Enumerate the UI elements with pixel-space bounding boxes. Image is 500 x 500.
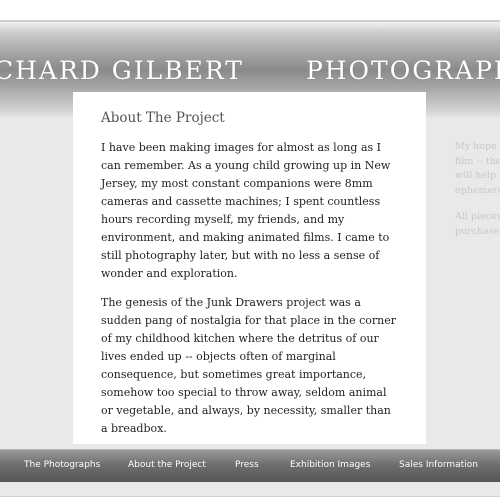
sidebar-block-1: My hope film -- the will help ephemera	[455, 140, 500, 198]
site-title-photography: PHOTOGRAPH	[305, 56, 500, 85]
nav-item-the-photographs[interactable]: The Photographs	[24, 460, 100, 470]
nav-item-exhibition-images[interactable]: Exhibition Images	[290, 460, 370, 470]
footer-strip	[0, 482, 500, 497]
sidebar-line: ephemera	[455, 184, 500, 196]
nav-item-sales-information[interactable]: Sales Information	[399, 460, 478, 470]
site-title: CHARD GILBERT PHOTOGRAPH	[0, 56, 500, 85]
main-nav: The Photographs About the Project Press …	[0, 449, 500, 483]
sidebar-line: will help	[455, 170, 497, 181]
sidebar-line: All pieces	[455, 211, 500, 222]
nav-item-about-the-project[interactable]: About the Project	[128, 460, 206, 470]
sidebar-text: My hope film -- the will help ephemera A…	[455, 140, 500, 251]
sidebar-block-2: All pieces purchase	[455, 210, 500, 239]
paragraph-1: I have been making images for almost as …	[101, 141, 391, 280]
main-content: About The Project I have been making ima…	[73, 92, 426, 444]
site-title-name: CHARD GILBERT	[0, 56, 244, 85]
page-title: About The Project	[101, 110, 225, 126]
paragraph-2: The genesis of the Junk Drawers project …	[101, 296, 396, 435]
nav-item-press[interactable]: Press	[235, 460, 259, 470]
sidebar-line: film -- the	[455, 155, 500, 167]
sidebar-line: purchase	[455, 225, 500, 237]
sidebar-line: My hope	[455, 141, 497, 152]
